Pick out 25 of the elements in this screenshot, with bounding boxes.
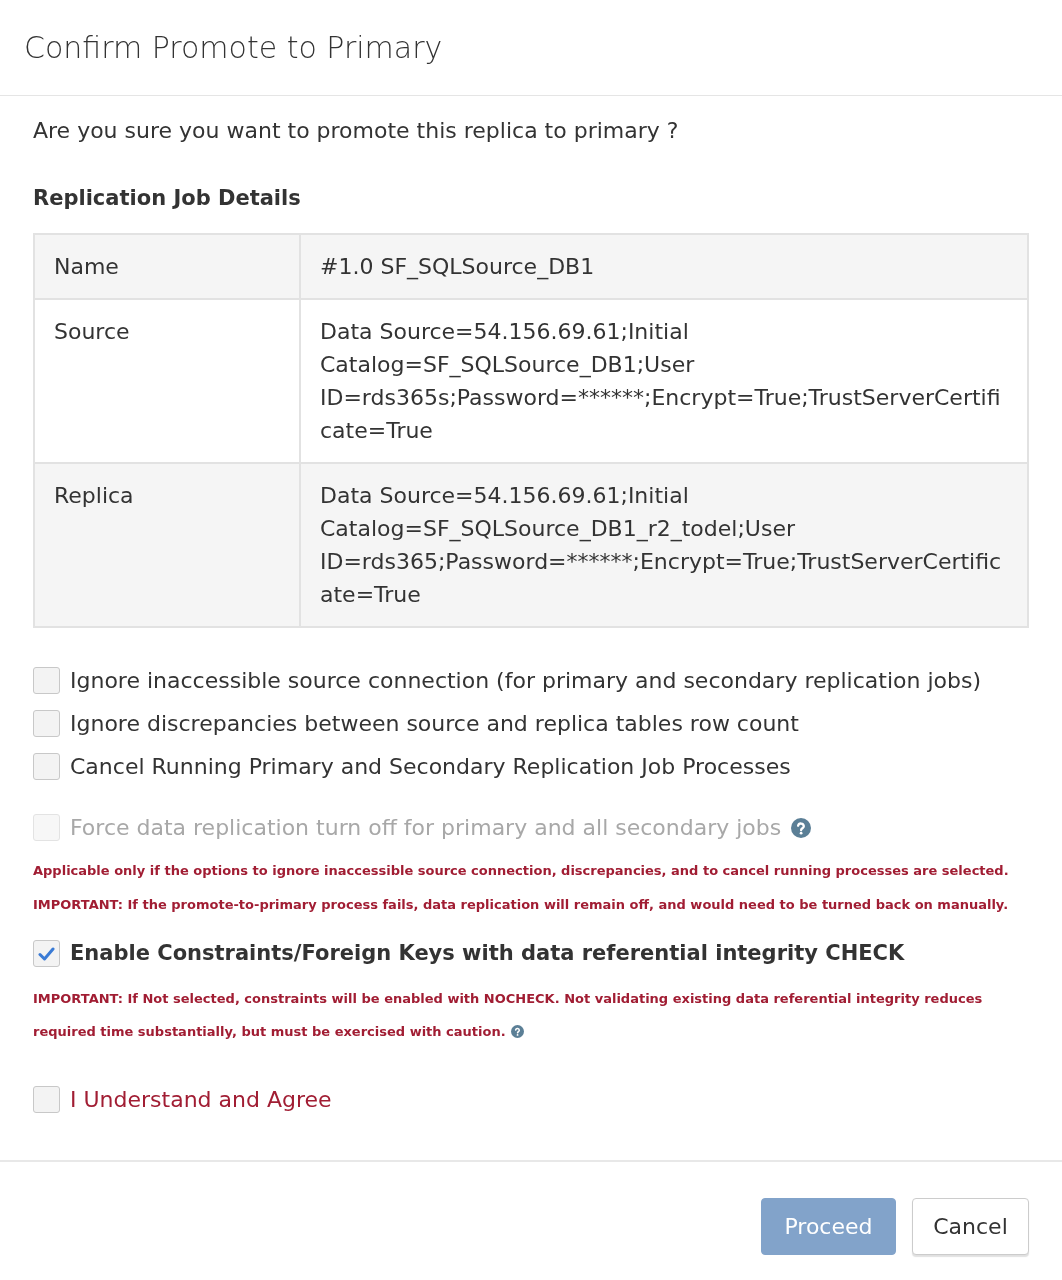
option-label: Enable Constraints/Foreign Keys with data referential integrity CHECK <box>70 939 905 967</box>
dialog-title: Confirm Promote to Primary <box>24 29 443 67</box>
section-heading: Replication Job Details <box>33 185 302 212</box>
table-cell: #1.0 SF_SQLSource_DB1 <box>301 235 1027 298</box>
option-label: Cancel Running Primary and Secondary Replication Job Processes <box>70 753 791 781</box>
warning-note: IMPORTANT: If the promote-to-primary process fails, data replication will remain off, and would need to be turned back on manually. <box>33 896 1010 914</box>
check-icon <box>38 946 55 961</box>
option-label: Ignore inaccessible source connection (for primary and secondary replication jobs) <box>70 667 981 695</box>
help-icon[interactable] <box>510 1024 524 1038</box>
warning-note: IMPORTANT: If Not selected, constraints will be enabled with NOCHECK. Not validating existing data referential integrity reduces required time substantially, but must be exercised with caution. <box>33 990 984 1041</box>
checkbox[interactable] <box>33 753 60 780</box>
agreement-label: I Understand and Agree <box>70 1086 332 1114</box>
checkbox[interactable] <box>33 940 60 967</box>
option-label: Force data replication turn off for primary and all secondary jobs <box>70 814 782 842</box>
warning-note: Applicable only if the options to ignore inaccessible source connection, discrepancies, and to cancel running processes are selected. <box>33 862 1010 880</box>
table-cell: Replica <box>35 462 301 626</box>
cancel-button[interactable]: Cancel <box>912 1198 1029 1255</box>
checkbox[interactable] <box>33 667 60 694</box>
table-cell: Source <box>35 298 301 462</box>
checkbox[interactable] <box>33 1086 60 1113</box>
checkbox[interactable] <box>33 710 60 737</box>
table-cell: Name <box>35 235 301 298</box>
option-label: Ignore discrepancies between source and replica tables row count <box>70 710 799 738</box>
confirm-question: Are you sure you want to promote this replica to primary ? <box>33 117 680 145</box>
table-cell: Data Source=54.156.69.61;Initial Catalog=SF_SQLSource_DB1_r2_todel;User ID=rds365;Password=******;Encrypt=True;TrustServerCertificate=True <box>301 462 1027 626</box>
